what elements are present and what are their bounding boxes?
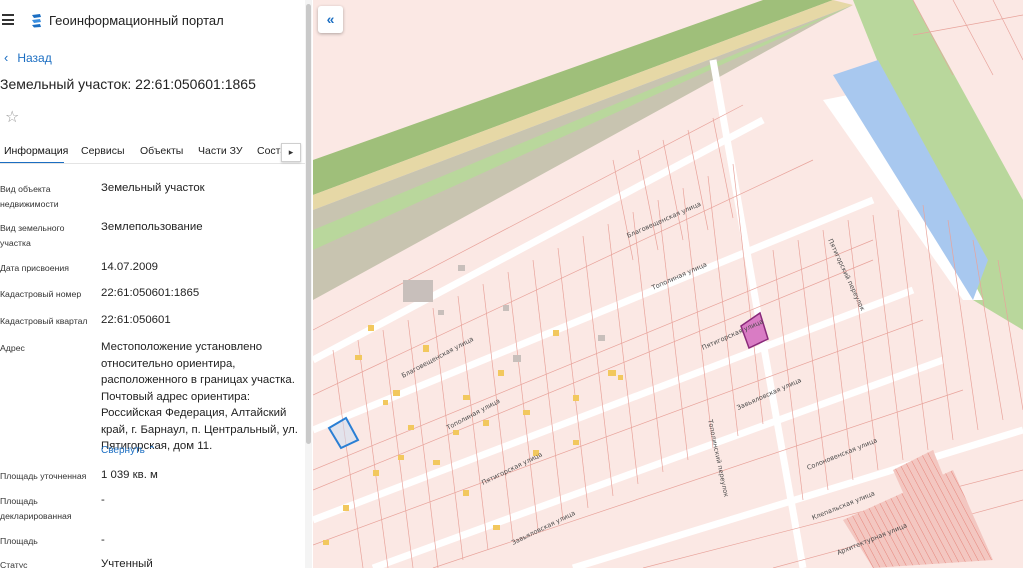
back-link[interactable]: ‹ Назад — [4, 50, 52, 65]
property-label: Статус — [0, 560, 28, 568]
back-label: Назад — [17, 50, 52, 65]
map-canvas[interactable]: Благовещенская улица Благовещенская улиц… — [313, 0, 1023, 568]
property-value: 22:61:050601 — [101, 314, 171, 326]
collapse-label: Свернуть — [101, 445, 145, 456]
tab-objects[interactable]: Объекты — [140, 145, 183, 157]
property-label: Адрес — [0, 343, 25, 353]
page-title: Земельный участок: 22:61:050601:1865 — [0, 76, 256, 92]
property-value: 14.07.2009 — [101, 261, 159, 273]
property-value: 1 039 кв. м — [101, 469, 158, 481]
property-label: Вид объекта недвижимости — [0, 184, 59, 209]
collapse-link[interactable]: Свернуть ⌃ — [101, 445, 156, 456]
favorite-star-icon[interactable]: ☆ — [5, 107, 19, 127]
info-panel: Геоинформационный портал ‹ Назад Земельн… — [0, 0, 312, 568]
property-label: Площадь декларированная — [0, 496, 72, 521]
tab-parcel-parts[interactable]: Части ЗУ — [198, 145, 243, 157]
panel-header: Геоинформационный портал — [0, 0, 305, 42]
active-tab-indicator — [0, 162, 64, 163]
app-title: Геоинформационный портал — [49, 13, 224, 28]
menu-icon[interactable] — [2, 14, 14, 25]
property-value: 22:61:050601:1865 — [101, 287, 200, 299]
scrollbar-thumb[interactable] — [306, 4, 311, 444]
property-label: Площадь — [0, 536, 38, 546]
property-value: - — [101, 534, 105, 546]
property-value: - — [101, 494, 105, 506]
portal-logo-icon — [32, 14, 41, 28]
tabs-scroll-right-button[interactable]: ▸ — [281, 143, 301, 162]
property-label: Площадь уточненная — [0, 471, 87, 481]
property-value: Учтенный — [101, 558, 153, 568]
property-value: Земельный участок — [101, 182, 205, 194]
property-label: Вид земельного участка — [0, 223, 65, 248]
property-label: Кадастровый квартал — [0, 316, 88, 326]
property-value: Землепользование — [101, 221, 203, 233]
tab-bar: Информация Сервисы Объекты Части ЗУ Сост… — [0, 140, 305, 164]
property-label: Кадастровый номер — [0, 289, 82, 299]
collapse-panel-button[interactable]: « — [318, 6, 343, 33]
chevron-up-icon: ⌃ — [147, 445, 157, 456]
tab-services[interactable]: Сервисы — [81, 145, 125, 157]
panel-scrollbar[interactable] — [305, 0, 312, 568]
tab-information[interactable]: Информация — [4, 145, 68, 157]
address-value: Местоположение установлено относительно … — [101, 341, 298, 452]
property-label: Дата присвоения — [0, 263, 69, 273]
chevron-left-icon: ‹ — [4, 50, 9, 65]
cadastral-map[interactable]: Благовещенская улица Благовещенская улиц… — [313, 0, 1023, 568]
